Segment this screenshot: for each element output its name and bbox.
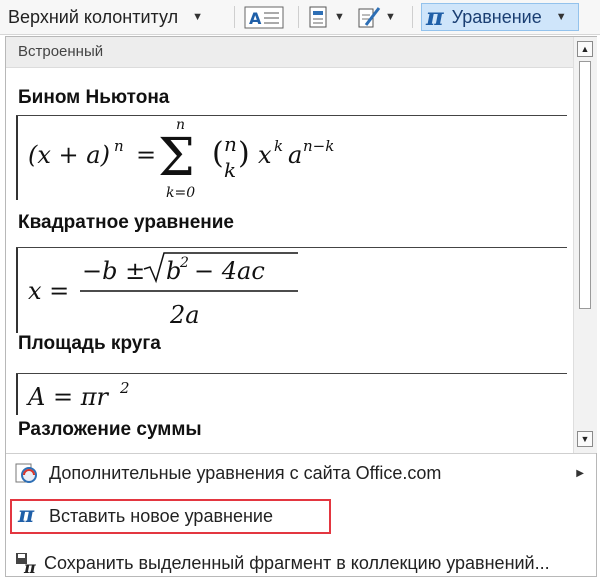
- chevron-down-icon: ▼: [334, 11, 345, 23]
- svg-text:2: 2: [119, 379, 130, 397]
- svg-text:=: =: [136, 141, 156, 169]
- ribbon-separator: [234, 6, 235, 28]
- gallery-item-title: Разложение суммы: [18, 419, 202, 440]
- svg-text:(: (: [212, 136, 224, 171]
- svg-text:A: A: [249, 9, 262, 28]
- svg-text:a: a: [288, 141, 302, 169]
- text-box-button[interactable]: A: [244, 3, 286, 31]
- chevron-down-icon: ▼: [555, 11, 567, 23]
- gallery-scrollbar[interactable]: ▲ ▼: [573, 37, 597, 453]
- svg-text:x =: x =: [28, 277, 69, 305]
- quick-parts-icon: [309, 6, 327, 28]
- chevron-right-icon: ▶: [576, 467, 584, 479]
- svg-text:π: π: [23, 558, 36, 575]
- gallery-section-header: Встроенный: [6, 37, 573, 68]
- pi-icon: π: [426, 2, 444, 31]
- svg-text:): ): [238, 136, 250, 171]
- svg-text:Σ: Σ: [158, 128, 195, 188]
- signature-icon: [358, 7, 381, 28]
- header-button-label: Верхний колонтитул: [8, 6, 179, 27]
- save-selection-menu-item[interactable]: π Сохранить выделенный фрагмент в коллек…: [6, 547, 596, 579]
- more-equations-label: Дополнительные уравнения с сайта Office.…: [49, 462, 442, 483]
- equation-button[interactable]: π Уравнение ▼: [421, 3, 579, 31]
- binomial-formula: (x + a) n = n Σ k=0 ( n k ) x k a n−k: [28, 117, 334, 200]
- menu-divider: [6, 453, 596, 454]
- svg-text:n−k: n−k: [303, 137, 334, 155]
- svg-text:−b ±: −b ±: [82, 257, 145, 285]
- gallery-item-title: Площадь круга: [18, 333, 161, 354]
- equation-button-label: Уравнение: [451, 6, 542, 27]
- ribbon-separator: [412, 6, 413, 28]
- office-com-icon: [15, 463, 37, 483]
- circle-area-formula: A = πr 2: [26, 379, 130, 411]
- equation-preview-quadratic[interactable]: x = −b ± b 2 − 4ac 2a: [16, 247, 567, 333]
- svg-text:(x + a): (x + a): [28, 141, 110, 169]
- svg-text:n: n: [114, 137, 124, 155]
- svg-text:k=0: k=0: [166, 185, 195, 200]
- gallery-item-title: Квадратное уравнение: [18, 212, 234, 233]
- svg-text:k: k: [274, 137, 283, 155]
- ribbon: Верхний колонтитул ▼ A ▼ ▼ π Уравнение ▼: [0, 0, 600, 35]
- quadratic-formula: x = −b ± b 2 − 4ac 2a: [28, 252, 298, 329]
- svg-text:k: k: [224, 158, 236, 182]
- header-button[interactable]: Верхний колонтитул ▼: [8, 3, 203, 31]
- text-box-icon: A: [244, 6, 284, 29]
- quick-parts-button[interactable]: ▼: [308, 3, 345, 31]
- save-selection-label: Сохранить выделенный фрагмент в коллекци…: [44, 552, 550, 573]
- svg-text:2a: 2a: [169, 301, 200, 329]
- ribbon-separator: [298, 6, 299, 28]
- equation-preview-circle-area[interactable]: A = πr 2: [16, 373, 567, 415]
- scroll-down-icon[interactable]: ▼: [577, 431, 593, 447]
- scrollbar-thumb[interactable]: [579, 61, 591, 309]
- signature-button[interactable]: ▼: [357, 3, 396, 31]
- svg-text:x: x: [258, 141, 272, 169]
- svg-text:2: 2: [179, 255, 189, 271]
- svg-text:A = πr: A = πr: [26, 383, 109, 411]
- equation-gallery: Встроенный Бином Ньютона (x + a) n = n Σ…: [6, 37, 573, 453]
- svg-text:− 4ac: − 4ac: [194, 257, 265, 285]
- save-equation-icon: π: [16, 553, 36, 575]
- svg-text:n: n: [224, 132, 237, 156]
- more-equations-menu-item[interactable]: Дополнительные уравнения с сайта Office.…: [6, 457, 596, 489]
- gallery-section-title: Встроенный: [18, 43, 104, 60]
- chevron-down-icon: ▼: [385, 11, 396, 23]
- equation-preview-binomial[interactable]: (x + a) n = n Σ k=0 ( n k ) x k a n−k: [16, 115, 567, 200]
- gallery-item-title: Бином Ньютона: [18, 87, 170, 108]
- equation-dropdown: Встроенный Бином Ньютона (x + a) n = n Σ…: [5, 36, 597, 577]
- chevron-down-icon: ▼: [192, 11, 203, 23]
- highlight-frame: [10, 499, 331, 534]
- scroll-up-icon[interactable]: ▲: [577, 41, 593, 57]
